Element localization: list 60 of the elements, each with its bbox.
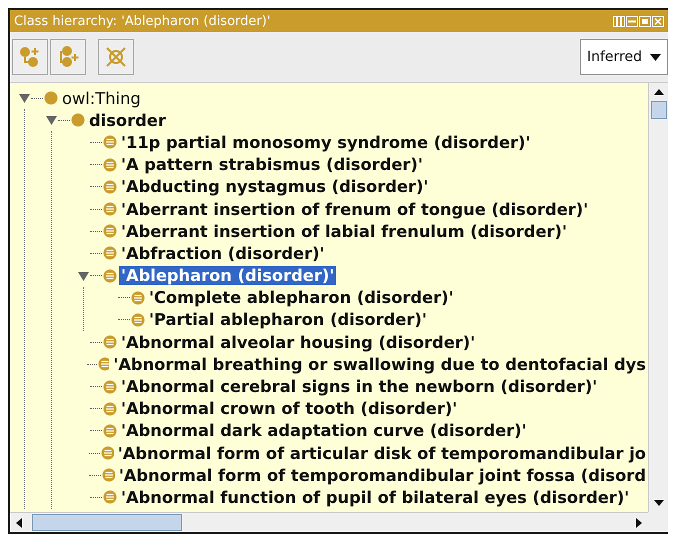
- delete-class-icon: [104, 45, 128, 69]
- dropdown-caret-icon: [650, 54, 661, 60]
- class-label[interactable]: 'Complete ablepharon (disorder)': [147, 288, 456, 308]
- split-icon[interactable]: [613, 16, 625, 26]
- scroll-thumb[interactable]: [32, 514, 182, 531]
- class-label[interactable]: 'Partial ablepharon (disorder)': [147, 310, 429, 330]
- delete-class-button[interactable]: [98, 39, 134, 75]
- defined-class-icon: [102, 468, 115, 482]
- class-label[interactable]: 'Abducting nystagmus (disorder)': [119, 177, 430, 196]
- class-label[interactable]: 'Abfraction (disorder)': [119, 244, 327, 263]
- expanded-triangle-icon[interactable]: [46, 115, 56, 126]
- scroll-thumb[interactable]: [650, 101, 666, 119]
- scroll-up-icon[interactable]: [654, 89, 664, 95]
- class-icon: [71, 113, 85, 128]
- defined-class-icon: [103, 402, 117, 416]
- defined-class-icon: [103, 180, 117, 194]
- defined-class-icon: [103, 202, 117, 216]
- defined-class-icon: [103, 335, 117, 350]
- class-label[interactable]: 'Aberrant insertion of labial frenulum (disorder)': [119, 222, 569, 241]
- class-label[interactable]: 'Abnormal function of pupil of bilateral eyes (disorder)': [119, 488, 632, 507]
- defined-class-icon: [103, 490, 117, 504]
- class-icon: [44, 91, 58, 106]
- class-label[interactable]: 'Aberrant insertion of frenum of tongue (disorder)': [119, 200, 590, 219]
- scroll-right-icon[interactable]: [636, 518, 642, 528]
- close-icon[interactable]: [652, 16, 664, 26]
- defined-class-icon: [103, 380, 117, 394]
- expanded-triangle-icon[interactable]: [18, 93, 30, 104]
- class-label[interactable]: 'Ablepharon (disorder)': [119, 266, 336, 286]
- defined-class-icon: [103, 268, 117, 283]
- defined-class-icon: [131, 312, 145, 327]
- class-label[interactable]: 'Abnormal form of temporomandibular joint fossa (disord: [116, 466, 648, 485]
- class-label[interactable]: 'Abnormal crown of tooth (disorder)': [119, 399, 460, 418]
- class-label[interactable]: disorder: [87, 110, 168, 130]
- maximize-icon[interactable]: [639, 16, 651, 26]
- horizontal-scrollbar[interactable]: [10, 512, 648, 532]
- vertical-scrollbar[interactable]: [648, 83, 668, 512]
- class-label[interactable]: 'Abnormal breathing or swallowing due to dentofacial dys: [111, 354, 648, 374]
- defined-class-icon: [103, 158, 117, 172]
- scroll-down-icon[interactable]: [654, 500, 664, 506]
- class-label[interactable]: owl:Thing: [60, 88, 143, 108]
- defined-class-icon: [100, 446, 114, 460]
- scroll-left-icon[interactable]: [16, 518, 22, 528]
- minimize-icon[interactable]: [626, 16, 638, 26]
- add-sibling-button[interactable]: [50, 39, 86, 75]
- expanded-triangle-icon[interactable]: [78, 270, 88, 281]
- panel-title: Class hierarchy: 'Ablepharon (disorder)': [14, 14, 270, 28]
- class-label[interactable]: '11p partial monosomy syndrome (disorder)': [119, 132, 532, 152]
- view-select[interactable]: Inferred: [580, 39, 668, 75]
- defined-class-icon: [103, 246, 117, 260]
- defined-class-icon: [103, 135, 117, 150]
- add-subclass-button[interactable]: [12, 39, 48, 75]
- defined-class-icon: [131, 290, 145, 305]
- defined-class-icon: [103, 424, 117, 438]
- defined-class-icon: [103, 224, 117, 238]
- class-label[interactable]: 'Abnormal cerebral signs in the newborn (disorder)': [119, 377, 600, 396]
- class-label[interactable]: 'A pattern strabismus (disorder)': [119, 155, 425, 174]
- defined-class-icon: [98, 357, 110, 372]
- class-label[interactable]: 'Abnormal alveolar housing (disorder)': [119, 332, 478, 352]
- class-label[interactable]: 'Abnormal dark adaptation curve (disorder)': [119, 421, 529, 440]
- class-label[interactable]: 'Abnormal form of articular disk of temporomandibular jo: [116, 444, 648, 463]
